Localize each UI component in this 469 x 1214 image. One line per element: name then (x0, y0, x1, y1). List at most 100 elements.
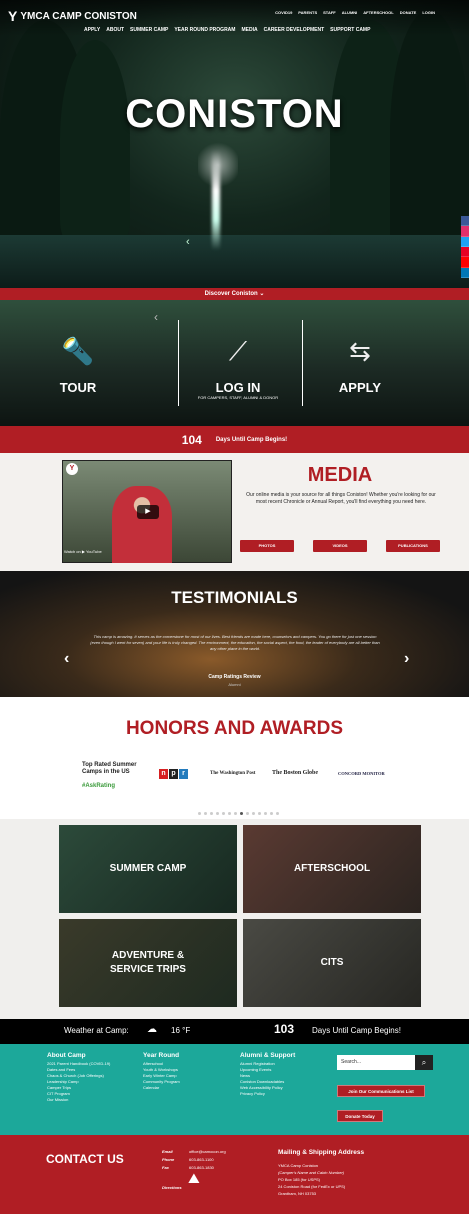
address-line: YMCA Camp Coniston (278, 1163, 319, 1168)
media-description: Our online media is your source for all … (246, 492, 436, 505)
concord-monitor-logo: CONCORD MONITOR (338, 771, 385, 776)
carousel-dot[interactable] (252, 812, 255, 815)
npr-letter: p (169, 769, 178, 779)
youtube-icon[interactable] (461, 257, 469, 268)
program-label: SUMMER CAMP (109, 863, 187, 874)
carousel-dot[interactable] (270, 812, 273, 815)
directions-label: Directions (162, 1185, 182, 1190)
countdown-number: 104 (181, 432, 202, 447)
hero-title: CONISTON (125, 92, 344, 136)
tour-button[interactable]: 🔦 TOUR (0, 300, 156, 426)
utility-nav-item[interactable]: LOGIN (422, 10, 435, 15)
carousel-dot-active[interactable] (240, 812, 243, 815)
utility-nav-item[interactable]: COVID19 (275, 10, 292, 15)
chevron-left-icon[interactable]: ‹ (64, 650, 69, 668)
footer-link[interactable]: Calendar (143, 1085, 233, 1091)
utility-nav: COVID19 PARENTS STAFF ALUMNI AFTERSCHOOL… (275, 10, 435, 15)
instagram-icon[interactable] (461, 226, 469, 237)
twitter-icon[interactable] (461, 236, 469, 247)
apply-button[interactable]: ⇆ APPLY (282, 300, 438, 426)
footer-heading: About Camp (47, 1052, 86, 1059)
cloud-icon: ☁ (147, 1024, 157, 1035)
chevron-left-icon[interactable]: ‹ (186, 236, 190, 248)
carousel-dot[interactable] (210, 812, 213, 815)
main-nav-item[interactable]: ABOUT (106, 27, 124, 33)
search-icon[interactable]: ⌕ (415, 1055, 433, 1070)
donate-button[interactable]: Donate Today (337, 1110, 383, 1122)
videos-button[interactable]: VIDEOS (313, 540, 367, 552)
apply-label: APPLY (338, 380, 382, 395)
program-summer-camp[interactable]: SUMMER CAMP (59, 825, 237, 913)
main-nav: APPLY ABOUT SUMMER CAMP YEAR ROUND PROGR… (84, 27, 370, 33)
play-icon[interactable]: ▶ (137, 505, 159, 519)
main-nav-item[interactable]: YEAR ROUND PROGRAM (174, 27, 235, 33)
npr-letter: r (179, 769, 188, 779)
join-communications-button[interactable]: Join Our Communications List (337, 1085, 425, 1097)
carousel-dot[interactable] (264, 812, 267, 815)
logo-text: YMCA CAMP CONISTON (20, 10, 137, 22)
utility-nav-item[interactable]: PARENTS (298, 10, 317, 15)
lake-image (0, 235, 469, 288)
phone-link[interactable]: 603-863-1100 (189, 1156, 214, 1163)
carousel-dot[interactable] (246, 812, 249, 815)
carousel-dot[interactable] (228, 812, 231, 815)
carousel-dot[interactable] (258, 812, 261, 815)
carousel-dot[interactable] (234, 812, 237, 815)
chevron-left-icon[interactable]: ‹ (154, 310, 158, 324)
utility-nav-item[interactable]: ALUMNI (342, 10, 358, 15)
footer-year-col: Year Round Afterschool Youth & Workshops… (143, 1052, 233, 1091)
weather-label: Weather at Camp: (64, 1026, 129, 1035)
utility-nav-item[interactable]: DONATE (400, 10, 417, 15)
map-icon[interactable]: ⛰ (188, 1171, 200, 1185)
utility-nav-item[interactable]: AFTERSCHOOL (363, 10, 393, 15)
program-afterschool[interactable]: AFTERSCHOOL (243, 825, 421, 913)
footer-heading: Alumni & Support (240, 1052, 296, 1059)
video-thumbnail-person (112, 486, 172, 563)
countdown-text: Days Until Camp Begins! (312, 1026, 401, 1035)
honors-title: HONORS AND AWARDS (125, 718, 344, 739)
program-adventure-trips[interactable]: ADVENTURE & SERVICE TRIPS (59, 919, 237, 1007)
footer-link[interactable]: Our Mission (47, 1097, 137, 1103)
signpost-icon: ⇆ (349, 336, 371, 366)
main-nav-item[interactable]: SUPPORT CAMP (330, 27, 370, 33)
carousel-dot[interactable] (204, 812, 207, 815)
program-label: CITS (320, 957, 344, 968)
carousel-dot[interactable] (216, 812, 219, 815)
main-nav-item[interactable]: MEDIA (241, 27, 257, 33)
main-nav-item[interactable]: CAREER DEVELOPMENT (264, 27, 325, 33)
carousel-dot[interactable] (222, 812, 225, 815)
testimonial-role: Alumni (228, 682, 241, 687)
award-top-rated: Top Rated Summer Camps in the US (82, 762, 137, 775)
main-nav-item[interactable]: SUMMER CAMP (130, 27, 168, 33)
carousel-dot[interactable] (276, 812, 279, 815)
site-logo[interactable]: Y YMCA CAMP CONISTON (8, 8, 137, 24)
main-nav-item[interactable]: APPLY (84, 27, 100, 33)
pinterest-icon[interactable] (461, 246, 469, 258)
utility-nav-item[interactable]: STAFF (323, 10, 336, 15)
social-sidebar (461, 216, 469, 278)
countdown-text: Days Until Camp Begins! (215, 436, 288, 443)
phone-label: Phone (162, 1157, 175, 1162)
flashlight-icon: 🔦 (61, 336, 95, 366)
address-line: (Camper's Name and Cabin Number) (278, 1170, 345, 1175)
program-cits[interactable]: CITS (243, 919, 421, 1007)
contact-footer (0, 1135, 469, 1214)
facebook-icon[interactable] (461, 216, 469, 227)
photos-button[interactable]: PHOTOS (240, 540, 294, 552)
search-input[interactable]: Search... (337, 1055, 415, 1070)
linkedin-icon[interactable] (461, 267, 469, 278)
countdown-bar: 104 Days Until Camp Begins! (0, 426, 469, 453)
email-link[interactable]: office@camocon.org (189, 1148, 226, 1155)
watch-on-youtube[interactable]: Watch on ▶ YouTube (64, 549, 102, 554)
address-line: PO Box 185 (for USPS) (278, 1177, 321, 1182)
testimonial-quote: This camp is amazing. It serves as the c… (90, 634, 380, 651)
program-label: ADVENTURE & SERVICE TRIPS (110, 950, 186, 975)
ymca-logo-icon: Y (8, 8, 18, 24)
chevron-right-icon[interactable]: › (404, 650, 409, 668)
discover-button[interactable]: Discover Coniston ⌄ (0, 288, 469, 300)
publications-button[interactable]: PUBLICATIONS (386, 540, 440, 552)
footer-link[interactable]: Privacy Policy (240, 1091, 330, 1097)
weather-temp: 16 °F (171, 1026, 191, 1035)
address-line: 24 Coniston Road (for FedEx or UPS) (278, 1184, 346, 1189)
carousel-dot[interactable] (198, 812, 201, 815)
